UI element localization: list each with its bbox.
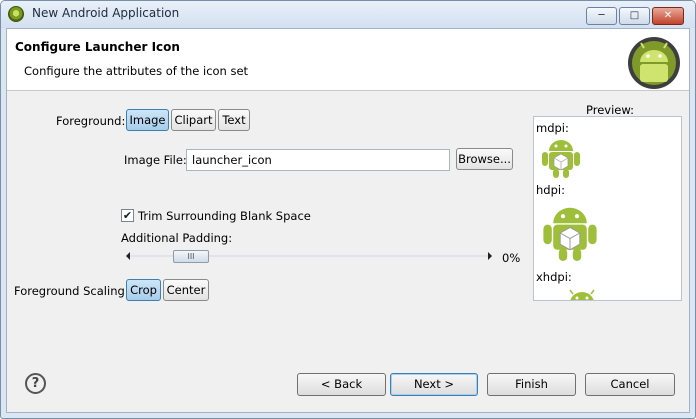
preview-hdpi-label: hdpi: [536,183,565,197]
wizard-banner [7,29,689,91]
help-icon[interactable]: ? [25,373,46,394]
padding-label: Additional Padding: [121,231,233,245]
back-button[interactable]: < Back [297,373,386,396]
foreground-label: Foreground: [56,114,126,128]
close-window-button[interactable]: ✕ [652,7,684,25]
scaling-crop-button[interactable]: Crop [126,279,161,301]
trim-checkbox[interactable]: ✔ [121,209,134,222]
android-hdpi-icon [543,207,597,261]
android-xhdpi-icon [569,289,595,300]
android-logo-icon [628,37,680,89]
maximize-button[interactable]: □ [619,7,650,25]
finish-button[interactable]: Finish [487,373,576,396]
image-file-input[interactable] [186,149,450,171]
slider-right-arrow-icon [488,252,492,260]
page-subtitle: Configure the attributes of the icon set [24,64,249,78]
slider-left-arrow-icon [126,252,130,260]
foreground-image-button[interactable]: Image [126,109,169,131]
page-title: Configure Launcher Icon [15,40,180,54]
preview-mdpi-label: mdpi: [536,121,569,135]
scaling-label: Foreground Scaling: [14,284,129,298]
preview-panel: mdpi: hdpi: xhdpi: [533,116,682,301]
browse-button[interactable]: Browse... [456,148,513,170]
padding-slider-thumb[interactable]: III [173,250,209,263]
preview-xhdpi-label: xhdpi: [536,270,572,284]
padding-value: 0% [502,251,521,265]
android-mdpi-icon [542,140,580,178]
foreground-clipart-button[interactable]: Clipart [171,109,216,131]
cancel-button[interactable]: Cancel [585,373,675,396]
window-title: New Android Application [32,6,180,20]
android-app-icon [8,6,24,22]
image-file-label: Image File: [124,153,187,167]
minimize-button[interactable]: ─ [586,7,617,25]
scaling-center-button[interactable]: Center [163,279,209,301]
preview-label: Preview: [586,103,635,117]
trim-label: Trim Surrounding Blank Space [138,209,311,223]
next-button[interactable]: Next > [390,373,478,396]
foreground-text-button[interactable]: Text [218,109,250,131]
